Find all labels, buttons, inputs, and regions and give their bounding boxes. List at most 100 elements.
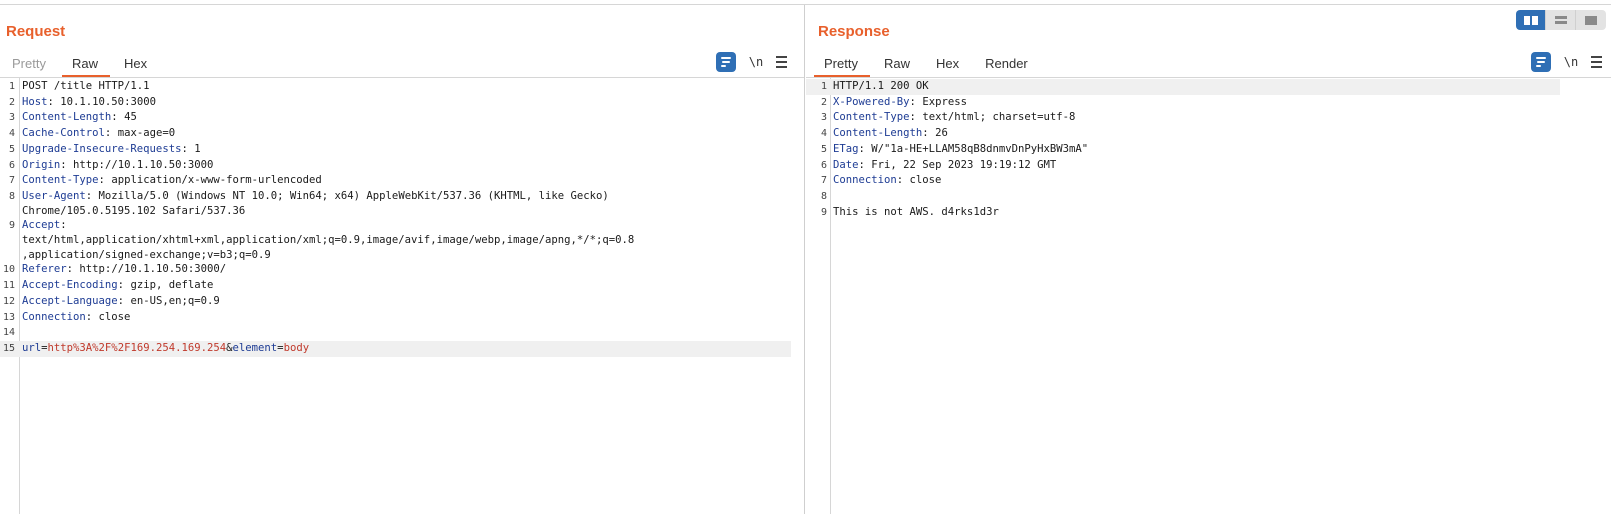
line-content: Host: 10.1.10.50:3000 [19, 95, 156, 111]
header-value: 26 [928, 127, 948, 140]
code-line: 3 Content-Type: text/html; charset=utf-8 [806, 110, 1611, 126]
line-text: url=http%3A%2F%2F169.254.169.254&element… [19, 341, 309, 356]
header-name: Connection [833, 174, 897, 187]
line-text: ETag: W/"1a-HE+LLAM58qB8dnmvDnPyHxBW3mA" [830, 142, 1088, 157]
request-lines: 1 POST /title HTTP/1.1 2 Host: 10.1.10.50:3… [0, 79, 804, 357]
param-name: url [22, 341, 42, 354]
request-tabs: Pretty Raw Hex [0, 49, 161, 77]
tab-hex[interactable]: Hex [112, 49, 161, 77]
code-line: 8 [806, 189, 1611, 205]
code-line: 4 Content-Length: 26 [806, 126, 1611, 142]
word-wrap-icon[interactable] [716, 52, 736, 72]
code-line: 7 Content-Type: application/x-www-form-ur… [0, 173, 804, 189]
code-line: 10 Referer: http://10.1.10.50:3000/ [0, 262, 804, 278]
header-value: gzip, deflate [124, 279, 214, 292]
code-line: 9 This is not AWS. d4rks1d3r [806, 205, 1611, 221]
word-wrap-icon[interactable] [1531, 52, 1551, 72]
code-line: 2 X-Powered-By: Express [806, 95, 1611, 111]
code-line: 7 Connection: close [806, 173, 1611, 189]
line-content: Content-Type: text/html; charset=utf-8 [830, 110, 1075, 126]
line-number: 1 [8, 81, 15, 92]
header-value: close [92, 310, 131, 323]
response-pane: Response Pretty Raw Hex Render \n 1 HTTP/1.1… [806, 5, 1611, 514]
line-number: 9 [820, 206, 827, 218]
header-name: Upgrade-Insecure-Requests [22, 142, 182, 155]
line-content: Upgrade-Insecure-Requests: 1 [19, 142, 201, 158]
line-content: Origin: http://10.1.10.50:3000 [19, 158, 213, 174]
line-text: Connection: close [19, 310, 130, 325]
menu-icon[interactable] [776, 56, 790, 68]
line-text: Origin: http://10.1.10.50:3000 [19, 158, 213, 173]
line-number: 4 [8, 128, 15, 140]
code-line: 8 User-Agent: Mozilla/5.0 (Windows NT 10.… [0, 189, 804, 218]
header-value: Fri, 22 Sep 2023 19:19:12 GMT [864, 158, 1057, 171]
request-editor[interactable]: 1 POST /title HTTP/1.1 2 Host: 10.1.10.50:3… [0, 77, 804, 514]
line-continuation: text/html,application/xhtml+xml,applicat… [22, 234, 635, 247]
param-value: http%3A%2F%2F169.254.169.254 [47, 341, 227, 354]
line-text: Content-Length: 26 [830, 126, 948, 141]
line-number: 2 [8, 96, 15, 108]
line-content: HTTP/1.1 200 OK [830, 79, 929, 95]
line-content: POST /title HTTP/1.1 [19, 79, 150, 95]
line-number: 11 [2, 280, 15, 292]
line-content: Referer: http://10.1.10.50:3000/ [19, 262, 226, 278]
line-number: 3 [8, 112, 15, 124]
header-value: text/html; charset=utf-8 [915, 111, 1076, 124]
tab-raw[interactable]: Raw [60, 49, 112, 77]
show-newlines-button[interactable]: \n [1561, 55, 1581, 69]
header-value: close [903, 174, 942, 187]
tab-pretty[interactable]: Pretty [0, 49, 60, 77]
line-content: Connection: close [19, 310, 130, 326]
header-name: Content-Length [22, 111, 112, 124]
line-text: HTTP/1.1 200 OK [830, 79, 929, 94]
header-value: http://10.1.10.50:3000/ [73, 263, 227, 276]
plain-text: HTTP/1.1 200 OK [833, 80, 929, 92]
show-newlines-button[interactable]: \n [746, 55, 766, 69]
line-text [19, 325, 28, 340]
line-number: 5 [8, 143, 15, 155]
line-text: Content-Type: text/html; charset=utf-8 [830, 110, 1075, 125]
line-content: Content-Length: 26 [830, 126, 948, 142]
tab-raw[interactable]: Raw [872, 49, 924, 77]
code-line: 6 Date: Fri, 22 Sep 2023 19:19:12 GMT [806, 158, 1611, 174]
line-content: Accept: text/html,application/xhtml+xml,a… [19, 218, 634, 262]
code-line: 14 [0, 325, 804, 341]
line-text: Connection: close [830, 173, 941, 188]
line-number: 6 [820, 159, 827, 171]
header-value: Express [915, 95, 967, 108]
header-name: Connection [22, 310, 86, 323]
code-line: 11 Accept-Encoding: gzip, deflate [0, 278, 804, 294]
code-line: 3 Content-Length: 45 [0, 110, 804, 126]
header-name: Content-Type [22, 174, 99, 187]
line-text [830, 189, 839, 204]
line-content: Accept-Encoding: gzip, deflate [19, 278, 213, 294]
header-name: X-Powered-By [833, 95, 910, 108]
tab-render[interactable]: Render [973, 49, 1042, 77]
header-value: 1 [187, 142, 201, 155]
header-value: en-US,en;q=0.9 [124, 294, 220, 307]
header-name: Content-Length [833, 127, 923, 140]
code-line: 12 Accept-Language: en-US,en;q=0.9 [0, 294, 804, 310]
code-line: 15 url=http%3A%2F%2F169.254.169.254&eleme… [0, 340, 791, 357]
tab-hex[interactable]: Hex [924, 49, 973, 77]
header-value: 45 [117, 111, 137, 124]
line-content [19, 325, 28, 341]
response-tools: \n [1531, 52, 1605, 72]
menu-icon[interactable] [1591, 56, 1605, 68]
tab-pretty[interactable]: Pretty [812, 49, 872, 77]
code-line: 2 Host: 10.1.10.50:3000 [0, 95, 804, 111]
line-content [830, 189, 839, 205]
line-text: User-Agent: Mozilla/5.0 (Windows NT 10.0… [19, 189, 609, 204]
code-line: 1 POST /title HTTP/1.1 [0, 79, 804, 95]
line-text: This is not AWS. d4rks1d3r [830, 205, 999, 220]
line-number: 1 [820, 81, 827, 92]
line-number: 4 [820, 128, 827, 140]
header-value: Mozilla/5.0 (Windows NT 10.0; Win64; x64… [92, 189, 609, 202]
response-editor[interactable]: 1 HTTP/1.1 200 OK 2 X-Powered-By: Express 3 C… [806, 77, 1611, 514]
code-line: 5 Upgrade-Insecure-Requests: 1 [0, 142, 804, 158]
plain-text: This is not AWS. d4rks1d3r [833, 205, 999, 218]
line-number: 2 [820, 96, 827, 108]
line-text: X-Powered-By: Express [830, 95, 967, 110]
line-number: 5 [820, 143, 827, 155]
line-text: Upgrade-Insecure-Requests: 1 [19, 142, 201, 157]
